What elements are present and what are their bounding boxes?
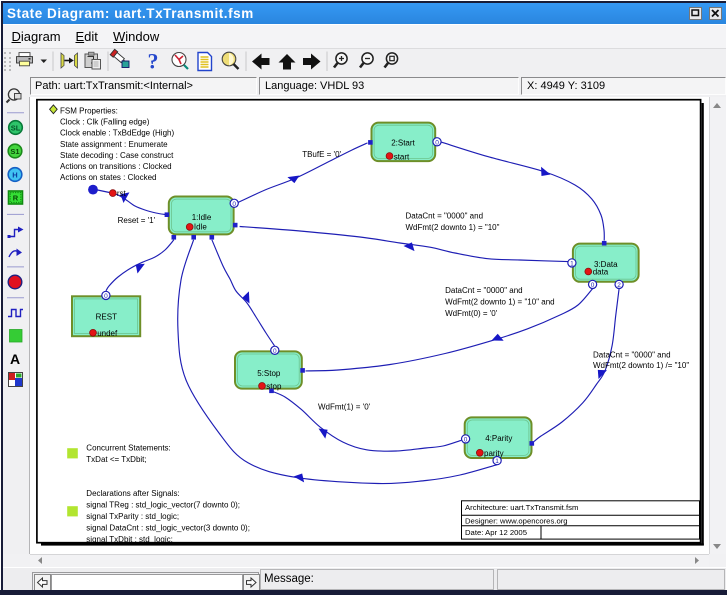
svg-text:WdFmt(0) = '0': WdFmt(0) = '0' — [445, 309, 498, 318]
svg-text:0: 0 — [435, 139, 439, 146]
svg-text:1:Idle: 1:Idle — [192, 213, 212, 222]
svg-text:Actions on states : Clocked: Actions on states : Clocked — [60, 173, 157, 182]
svg-text:0: 0 — [273, 348, 277, 355]
svg-text:1: 1 — [495, 458, 499, 465]
svg-text:Concurrent Statements:: Concurrent Statements: — [86, 444, 170, 453]
svg-text:data: data — [593, 268, 609, 277]
svg-text:Reset = '1': Reset = '1' — [118, 216, 156, 225]
svg-text:0: 0 — [104, 293, 108, 300]
svg-text:Declarations after Signals:: Declarations after Signals: — [86, 489, 179, 498]
svg-text:Idle: Idle — [194, 223, 207, 232]
svg-text:parity: parity — [484, 449, 504, 458]
svg-text:WdFmt(2 downto 1) /= "10": WdFmt(2 downto 1) /= "10" — [593, 361, 689, 370]
svg-text:0: 0 — [591, 282, 595, 289]
svg-text:State assignment : Enumerate: State assignment : Enumerate — [60, 140, 168, 149]
svg-text:signal DataCnt : std_logic_vec: signal DataCnt : std_logic_vector(3 down… — [86, 524, 250, 533]
svg-text:0: 0 — [464, 436, 468, 443]
svg-text:4:Parity: 4:Parity — [485, 434, 512, 443]
svg-text:WdFmt(2 downto 1) = "10" and: WdFmt(2 downto 1) = "10" and — [445, 298, 555, 307]
svg-text:signal TxDbit : std_logic;: signal TxDbit : std_logic; — [86, 535, 173, 544]
svg-text:5:Stop: 5:Stop — [257, 369, 281, 378]
svg-text:REST: REST — [96, 312, 117, 321]
svg-text:1: 1 — [570, 260, 574, 267]
svg-text:rst: rst — [117, 189, 127, 198]
svg-text:2:Start: 2:Start — [391, 138, 415, 147]
svg-text:WdFmt(1) = '0': WdFmt(1) = '0' — [318, 402, 371, 411]
svg-text:Designer: www.opencores.org: Designer: www.opencores.org — [465, 516, 568, 525]
svg-text:stop: stop — [266, 382, 282, 391]
svg-text:signal TReg : std_logic_vector: signal TReg : std_logic_vector(7 downto … — [86, 501, 240, 510]
svg-text:Architecture: uart.TxTransmit.: Architecture: uart.TxTransmit.fsm — [465, 503, 578, 512]
svg-text:Actions on transitions : Clock: Actions on transitions : Clocked — [60, 162, 172, 171]
svg-text:undef: undef — [97, 329, 118, 338]
svg-text:2: 2 — [617, 282, 621, 289]
svg-text:Date: Apr 12 2005: Date: Apr 12 2005 — [465, 528, 527, 537]
svg-text:Clock enable : TxBdEdge (High): Clock enable : TxBdEdge (High) — [60, 129, 174, 138]
svg-text:DataCnt = "0000" and: DataCnt = "0000" and — [445, 286, 523, 295]
svg-text:start: start — [394, 152, 410, 161]
svg-text:TxDat <= TxDbit;: TxDat <= TxDbit; — [86, 455, 146, 464]
svg-text:0: 0 — [232, 201, 236, 208]
svg-text:FSM Properties:: FSM Properties: — [60, 106, 118, 115]
svg-text:TBufE = '0': TBufE = '0' — [302, 150, 341, 159]
svg-text:WdFmt(2 downto 1) = "10": WdFmt(2 downto 1) = "10" — [406, 223, 500, 232]
svg-text:signal TxParity : std_logic;: signal TxParity : std_logic; — [86, 512, 179, 521]
svg-text:DataCnt = "0000" and: DataCnt = "0000" and — [406, 211, 484, 220]
svg-text:State decoding : Case construc: State decoding : Case construct — [60, 151, 174, 160]
svg-text:DataCnt = "0000" and: DataCnt = "0000" and — [593, 351, 671, 360]
svg-text:Clock : Clk (Falling edge): Clock : Clk (Falling edge) — [60, 118, 150, 127]
